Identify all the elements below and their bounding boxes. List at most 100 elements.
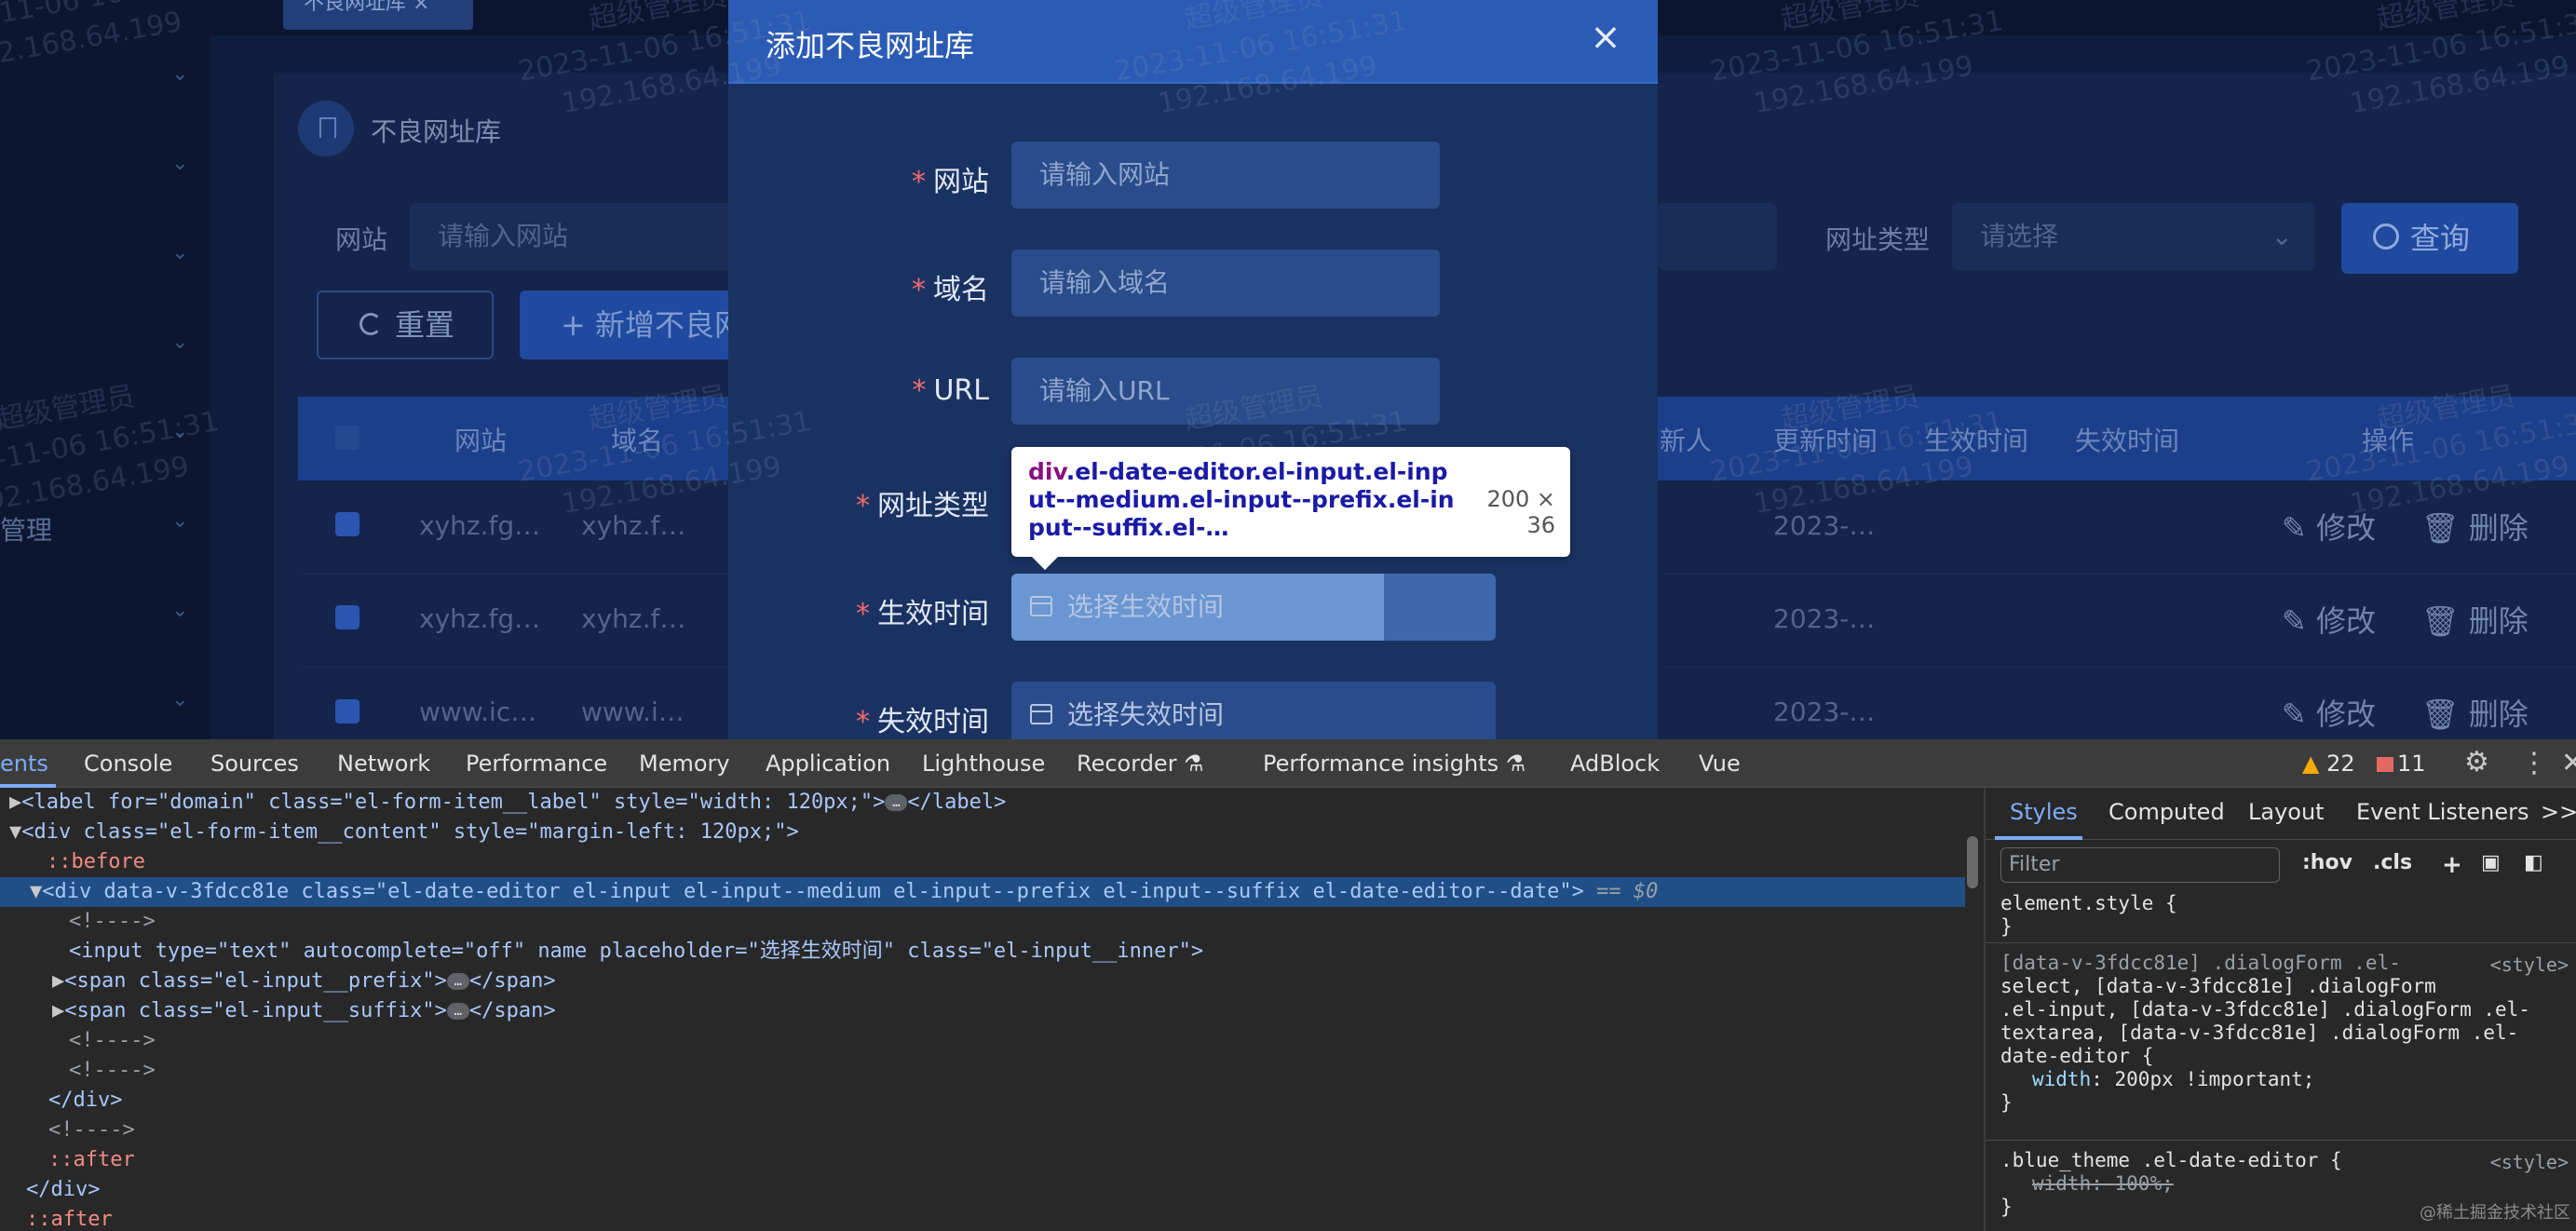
url-input[interactable]: 请输入URL (1011, 358, 1440, 425)
tab-label: 不良网址库 (304, 0, 407, 15)
dom-node[interactable]: </div> (0, 1175, 100, 1205)
tab-performance[interactable]: Performance (466, 751, 607, 777)
more-options-icon[interactable]: ⋮ (2520, 747, 2548, 779)
tab-lighthouse[interactable]: Lighthouse (922, 751, 1045, 777)
comment-node[interactable]: <!----> (0, 1026, 156, 1056)
chevron-down-icon[interactable]: ⌄ (171, 154, 190, 174)
row-checkbox[interactable] (335, 605, 359, 629)
tab-performance-insights[interactable]: Performance insights ⚗ (1263, 751, 1525, 777)
table-header-cell: 生效时间 (1924, 426, 2029, 456)
edit-button[interactable]: ✎ 修改 (2282, 691, 2376, 734)
tab-memory[interactable]: Memory (639, 751, 730, 777)
chevron-down-icon[interactable]: ⌄ (171, 243, 190, 264)
close-icon[interactable]: ✕ (2561, 747, 2576, 779)
query-button-label: 查询 (2410, 221, 2471, 256)
tab-network[interactable]: Network (337, 751, 430, 777)
delete-button[interactable]: 🗑 删除 (2421, 598, 2529, 641)
field-label-domain: * 域名 (728, 266, 989, 307)
elements-scrollbar[interactable] (1967, 836, 1978, 888)
rule-declaration[interactable]: width: 200px !important; (2000, 1068, 2530, 1091)
search-type-select[interactable]: 请选择 ⌄ (1952, 203, 2315, 270)
tab-sources[interactable]: Sources (210, 751, 299, 777)
pseudo-element[interactable]: ::after (0, 1205, 113, 1231)
reset-button[interactable]: 重置 (317, 291, 494, 359)
pseudo-element[interactable]: ::after (0, 1145, 135, 1175)
query-button[interactable]: 查询 (2341, 203, 2518, 274)
chevron-down-icon[interactable]: ⌄ (171, 64, 190, 85)
dom-node[interactable]: ▼<div class="el-form-item__content" styl… (0, 818, 799, 847)
comment-node[interactable]: <!----> (0, 907, 156, 937)
gear-icon[interactable]: ⚙ (2464, 749, 2492, 777)
tab-vue[interactable]: Vue (1699, 751, 1741, 777)
sidebar-item-label[interactable]: 管理 (0, 510, 52, 548)
reset-button-label: 重置 (395, 307, 455, 343)
delete-button[interactable]: 🗑 删除 (2421, 505, 2529, 548)
errors-badge[interactable]: 11 (2377, 751, 2426, 777)
rule-source[interactable]: <style> (2490, 1151, 2569, 1173)
edit-icon: ✎ (2282, 510, 2316, 546)
edit-button[interactable]: ✎ 修改 (2282, 505, 2376, 548)
tab-event-listeners[interactable]: Event Listeners (2356, 799, 2529, 825)
style-rule[interactable]: .blue_theme .el-date-editor { width: 100… (2000, 1149, 2342, 1219)
sidebar-toggle-icon[interactable]: ◧ (2524, 851, 2543, 874)
hov-toggle[interactable]: :hov (2302, 851, 2352, 874)
tab-current[interactable]: 不良网址库 × (283, 0, 473, 30)
style-rule-element[interactable]: element.style { } (2000, 892, 2177, 939)
pseudo-element[interactable]: ::before (0, 847, 145, 877)
tooltip-selector: div.el-date-editor.el-input.el-input--me… (1028, 458, 1457, 542)
selected-dom-node[interactable]: ▼<div data-v-3fdcc81e class="el-date-edi… (0, 877, 1965, 907)
add-rule-icon[interactable]: + (2442, 851, 2462, 879)
chevron-down-icon[interactable]: ⌄ (171, 511, 190, 532)
website-input[interactable]: 请输入网站 (1011, 142, 1440, 209)
search-input-hidden[interactable] (1658, 203, 1777, 270)
label-text: 失效时间 (877, 706, 989, 738)
styles-filter-input[interactable]: Filter (2000, 847, 2280, 883)
add-button[interactable]: + 新增不良网 (520, 291, 752, 359)
chevron-down-icon[interactable]: ⌄ (171, 690, 190, 710)
tab-close-icon[interactable]: × (413, 0, 429, 15)
tab-adblock[interactable]: AdBlock (1570, 751, 1660, 777)
warnings-badge[interactable]: ▲ 22 (2302, 751, 2355, 777)
paint-icon[interactable]: ▣ (2481, 851, 2501, 874)
tab-layout[interactable]: Layout (2248, 799, 2325, 825)
cls-toggle[interactable]: .cls (2373, 851, 2412, 874)
style-rule[interactable]: [data-v-3fdcc81e] .dialogForm .el- selec… (2000, 952, 2530, 1115)
row-checkbox[interactable] (335, 512, 359, 536)
table-cell: www.ic… (419, 697, 537, 727)
search-website-input[interactable]: 请输入网站 (410, 203, 745, 270)
domain-input[interactable]: 请输入域名 (1011, 250, 1440, 317)
ellipsis-icon[interactable]: … (446, 1003, 469, 1020)
tab-recorder[interactable]: Recorder ⚗ (1077, 751, 1204, 777)
dom-node[interactable]: ▶<label for="domain" class="el-form-item… (0, 788, 1006, 818)
delete-button[interactable]: 🗑 删除 (2421, 691, 2529, 734)
chevron-down-icon[interactable]: ⌄ (171, 422, 190, 442)
ellipsis-icon[interactable]: … (446, 973, 469, 990)
dom-node[interactable]: ▶<span class="el-input__prefix">… </span> (0, 967, 556, 996)
tab-elements[interactable]: ents (0, 751, 48, 777)
tab-styles[interactable]: Styles (2010, 799, 2078, 825)
ellipsis-icon[interactable]: … (885, 794, 908, 811)
tab-console[interactable]: Console (84, 751, 172, 777)
effective-time-picker[interactable]: 选择生效时间 (1011, 574, 1496, 641)
dom-node[interactable]: ▶<span class="el-input__suffix">… </span> (0, 996, 556, 1026)
comment-node[interactable]: <!----> (0, 1116, 135, 1145)
styles-pane: Styles Computed Layout Event Listeners >… (1984, 788, 2576, 1231)
tab-computed[interactable]: Computed (2108, 799, 2225, 825)
tab-application[interactable]: Application (766, 751, 890, 777)
chevron-down-icon[interactable]: ⌄ (171, 332, 190, 353)
rule-divider (1986, 942, 2576, 943)
dom-node[interactable]: </div> (0, 1086, 122, 1116)
dom-node[interactable]: <input type="text" autocomplete="off" na… (0, 937, 1203, 967)
trash-icon: 🗑 (2421, 603, 2469, 639)
more-tabs-icon[interactable]: >> (2541, 799, 2576, 825)
comment-node[interactable]: <!----> (0, 1056, 156, 1086)
elements-tree: ▶<label for="domain" class="el-form-item… (0, 788, 1965, 1231)
row-checkbox[interactable] (335, 699, 359, 724)
close-icon[interactable]: × (1589, 19, 1622, 56)
date-placeholder: 选择失效时间 (1067, 699, 1225, 730)
rule-declaration-overridden[interactable]: width: 100%; (2000, 1172, 2342, 1196)
select-all-checkbox[interactable] (335, 426, 359, 450)
required-mark: * (856, 598, 870, 630)
chevron-down-icon[interactable]: ⌄ (171, 601, 190, 621)
edit-button[interactable]: ✎ 修改 (2282, 598, 2376, 641)
